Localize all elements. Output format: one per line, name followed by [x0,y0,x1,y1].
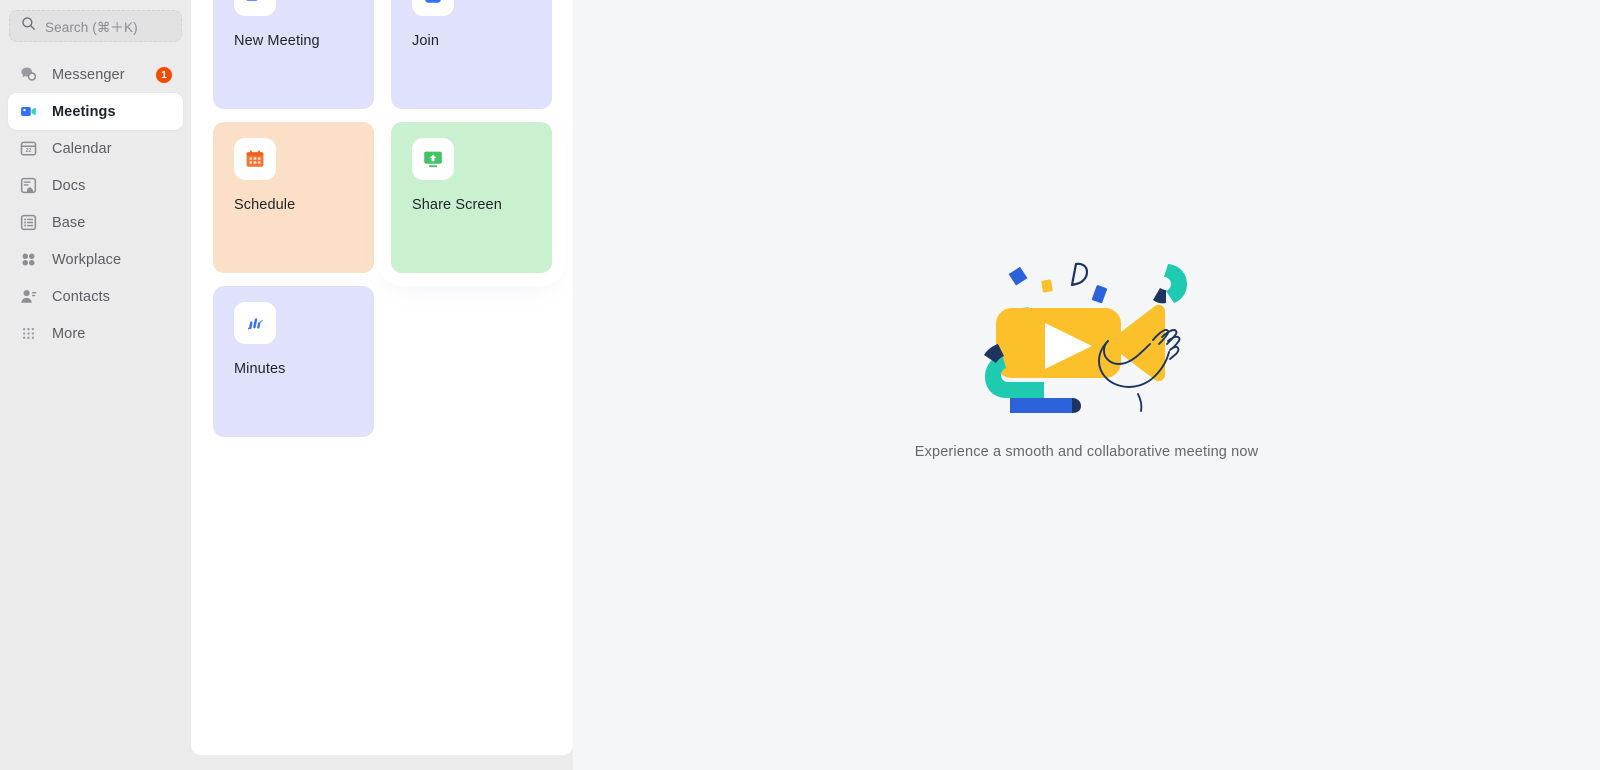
card-label: Minutes [234,361,286,377]
share-screen-card[interactable]: Share Screen [391,122,552,273]
video-camera-icon [234,0,276,16]
sidebar-item-workplace[interactable]: Workplace [8,241,183,278]
join-meeting-card[interactable]: Join [391,0,552,109]
person-icon [19,287,38,306]
status-badge: 1 [156,66,172,83]
screen-share-icon [412,138,454,180]
empty-state-message: Experience a smooth and collaborative me… [914,443,1259,460]
sidebar-item-contacts[interactable]: Contacts [8,278,183,315]
card-label: Join [412,33,439,49]
search-placeholder: Search (⌘＋K) [45,20,138,35]
sidebar-item-more[interactable]: More [8,315,183,352]
list-table-icon [19,213,38,232]
quick-actions-grid: New Meeting Join Schedule Share Screen M… [213,0,553,450]
card-label: Schedule [234,197,296,213]
empty-state: Experience a smooth and collaborative me… [915,246,1258,460]
app-window: Search (⌘＋K) Messenger 1 Meetings 22 Cal… [0,0,1600,770]
sidebar-item-docs[interactable]: Docs [8,167,183,204]
four-dots-grid-icon [19,250,38,269]
plus-square-icon [412,0,454,16]
meeting-empty-state-panel: Experience a smooth and collaborative me… [573,0,1600,770]
chat-bubbles-icon [19,65,38,84]
sidebar-item-meetings[interactable]: Meetings [8,93,183,130]
document-icon [19,176,38,195]
sidebar-item-base[interactable]: Base [8,204,183,241]
quick-actions-row: Schedule Share Screen [213,122,553,273]
sidebar-item-messenger[interactable]: Messenger 1 [8,56,183,93]
sidebar-item-label: Meetings [52,103,116,120]
card-label: Share Screen [412,197,502,213]
sidebar-item-label: Workplace [52,251,122,268]
sidebar-item-label: Messenger [52,66,125,83]
video-camera-icon [19,102,38,121]
schedule-meeting-card[interactable]: Schedule [213,122,374,273]
sidebar: Search (⌘＋K) Messenger 1 Meetings 22 Cal… [0,0,191,770]
search-input[interactable]: Search (⌘＋K) [9,10,182,42]
svg-text:22: 22 [26,148,32,154]
sidebar-item-label: Docs [52,177,86,194]
sidebar-item-label: Contacts [52,288,111,305]
sidebar-nav: Messenger 1 Meetings 22 Calendar Docs Ba… [8,56,183,352]
video-camera-confetti-hand-illustration [972,246,1202,426]
sidebar-item-label: More [52,325,86,342]
search-icon [21,16,36,36]
sidebar-item-calendar[interactable]: 22 Calendar [8,130,183,167]
minutes-card[interactable]: Minutes [213,286,374,437]
quick-actions-row: Minutes [213,286,553,437]
quick-actions-row: New Meeting Join [213,0,553,109]
nine-dots-grid-icon [19,324,38,343]
calendar-orange-icon [234,138,276,180]
calendar-icon: 22 [19,139,38,158]
card-label: New Meeting [234,33,320,49]
brush-strokes-icon [234,302,276,344]
sidebar-item-label: Base [52,214,86,231]
meetings-panel: New Meeting Join Schedule Share Screen M… [191,0,573,755]
sidebar-item-label: Calendar [52,140,112,157]
new-meeting-card[interactable]: New Meeting [213,0,374,109]
